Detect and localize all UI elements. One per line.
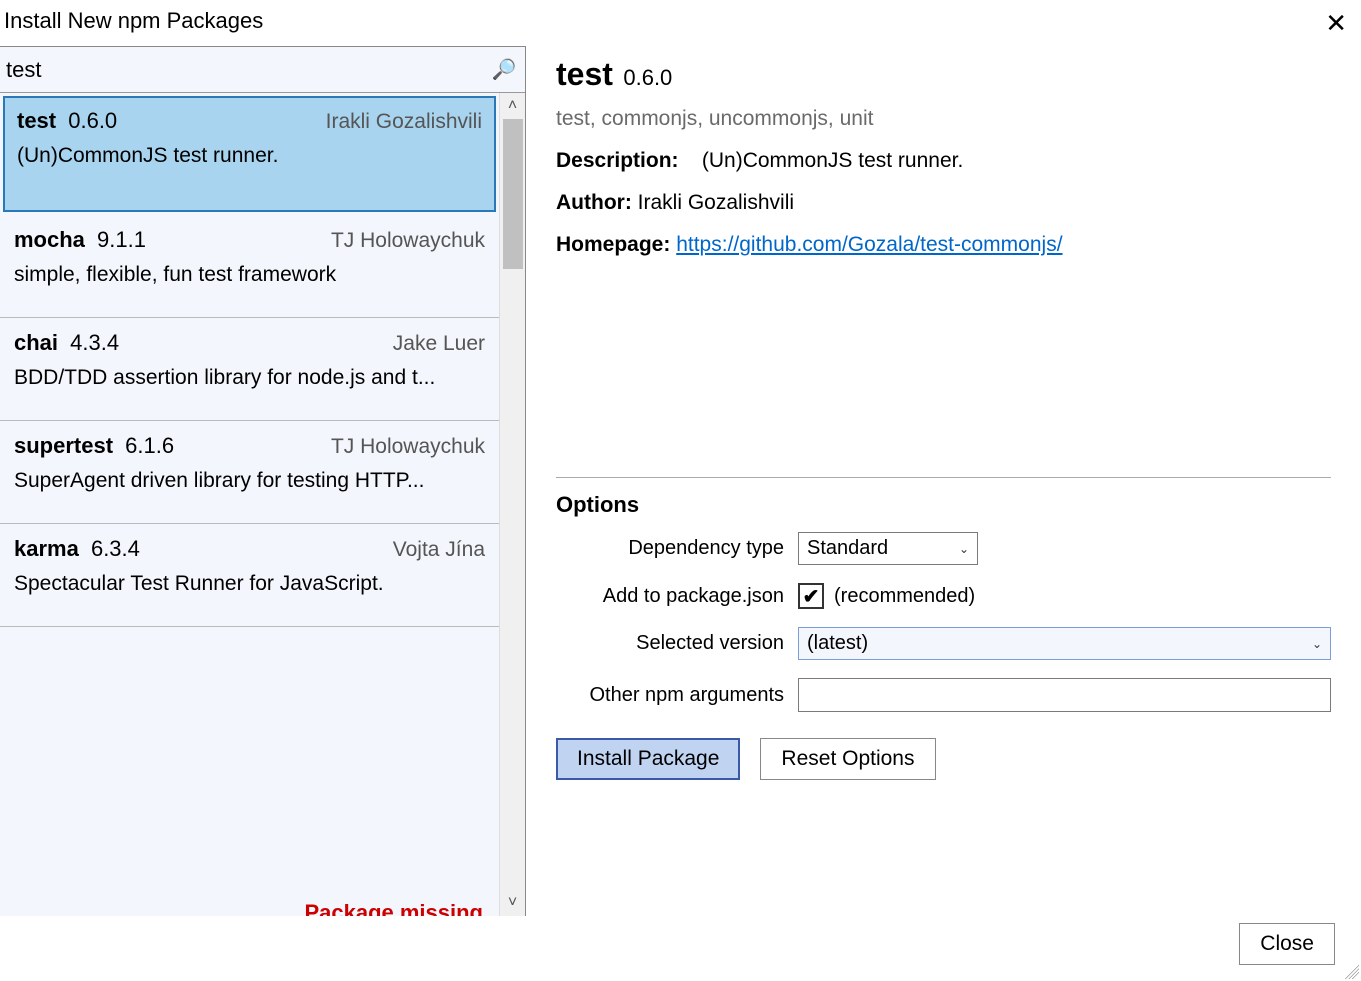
pkg-name: supertest: [14, 433, 113, 458]
homepage-link[interactable]: https://github.com/Gozala/test-commonjs/: [676, 233, 1062, 256]
pkg-author: Irakli Gozalishvili: [326, 110, 482, 134]
pkg-author: TJ Holowaychuk: [331, 229, 485, 253]
pkg-author: TJ Holowaychuk: [331, 435, 485, 459]
other-args-label: Other npm arguments: [556, 684, 798, 707]
dependency-type-label: Dependency type: [556, 537, 798, 560]
result-item[interactable]: karma 6.3.4 Vojta Jína Spectacular Test Ru…: [0, 524, 499, 627]
pkg-name: test: [17, 108, 56, 133]
scroll-down-icon[interactable]: ˅: [500, 890, 525, 916]
options-heading: Options: [556, 492, 1331, 518]
recommended-text: (recommended): [834, 585, 975, 608]
selected-version-select[interactable]: (latest) ⌄: [798, 627, 1331, 660]
result-item[interactable]: mocha 9.1.1 TJ Holowaychuk simple, flexibl…: [0, 215, 499, 318]
scroll-up-icon[interactable]: ˄: [500, 93, 525, 119]
close-button[interactable]: Close: [1239, 923, 1335, 965]
author-value: Irakli Gozalishvili: [638, 191, 794, 214]
pkg-name: mocha: [14, 227, 85, 252]
window-title: Install New npm Packages: [4, 8, 263, 34]
resize-grip[interactable]: [1341, 961, 1359, 979]
pkg-version: 6.3.4: [85, 536, 140, 561]
pkg-desc: simple, flexible, fun test framework: [14, 263, 485, 287]
pkg-desc: Spectacular Test Runner for JavaScript.: [14, 572, 485, 596]
dependency-type-value: Standard: [807, 537, 888, 559]
scrollbar[interactable]: ˄ ˅: [499, 93, 525, 916]
left-panel: 🔍 test 0.6.0 Irakli Gozalishvili (Un)Commo…: [0, 46, 526, 916]
pkg-version: 6.1.6: [119, 433, 174, 458]
pkg-name: chai: [14, 330, 58, 355]
chevron-down-icon: ⌄: [1312, 637, 1322, 651]
pkg-desc: BDD/TDD assertion library for node.js an…: [14, 366, 485, 390]
pkg-author: Vojta Jína: [393, 538, 485, 562]
author-label: Author:: [556, 191, 632, 214]
install-package-button[interactable]: Install Package: [556, 738, 740, 780]
add-to-pkg-checkbox[interactable]: ✔: [798, 583, 824, 609]
result-item[interactable]: supertest 6.1.6 TJ Holowaychuk SuperAgent …: [0, 421, 499, 524]
detail-tags: test, commonjs, uncommonjs, unit: [556, 107, 1331, 131]
pkg-version: 9.1.1: [91, 227, 146, 252]
results-list: test 0.6.0 Irakli Gozalishvili (Un)CommonJ…: [0, 93, 499, 916]
close-icon[interactable]: ✕: [1319, 8, 1353, 38]
pkg-desc: SuperAgent driven library for testing HT…: [14, 469, 485, 493]
search-row: 🔍: [0, 47, 525, 93]
chevron-down-icon: ⌄: [959, 542, 969, 556]
homepage-label: Homepage:: [556, 233, 670, 256]
pkg-version: 4.3.4: [64, 330, 119, 355]
description-label: Description:: [556, 149, 679, 172]
package-missing-label: Package missing: [304, 900, 499, 916]
pkg-author: Jake Luer: [393, 332, 485, 356]
other-args-input[interactable]: [798, 678, 1331, 712]
scroll-thumb[interactable]: [503, 119, 523, 269]
detail-name: test: [556, 56, 613, 93]
search-icon[interactable]: 🔍: [492, 57, 517, 82]
dependency-type-select[interactable]: Standard ⌄: [798, 532, 978, 565]
search-input[interactable]: [6, 57, 492, 83]
selected-version-value: (latest): [807, 632, 868, 654]
selected-version-label: Selected version: [556, 632, 798, 655]
detail-panel: test 0.6.0 test, commonjs, uncommonjs, u…: [526, 46, 1361, 916]
scroll-track[interactable]: [500, 119, 525, 890]
result-item[interactable]: chai 4.3.4 Jake Luer BDD/TDD assertion lib…: [0, 318, 499, 421]
result-item[interactable]: test 0.6.0 Irakli Gozalishvili (Un)CommonJ…: [3, 96, 496, 212]
description-value: (Un)CommonJS test runner.: [702, 149, 963, 172]
pkg-version: 0.6.0: [62, 108, 117, 133]
pkg-desc: (Un)CommonJS test runner.: [17, 144, 482, 168]
reset-options-button[interactable]: Reset Options: [760, 738, 935, 780]
pkg-name: karma: [14, 536, 79, 561]
add-to-pkg-label: Add to package.json: [556, 585, 798, 608]
detail-version: 0.6.0: [623, 65, 672, 90]
